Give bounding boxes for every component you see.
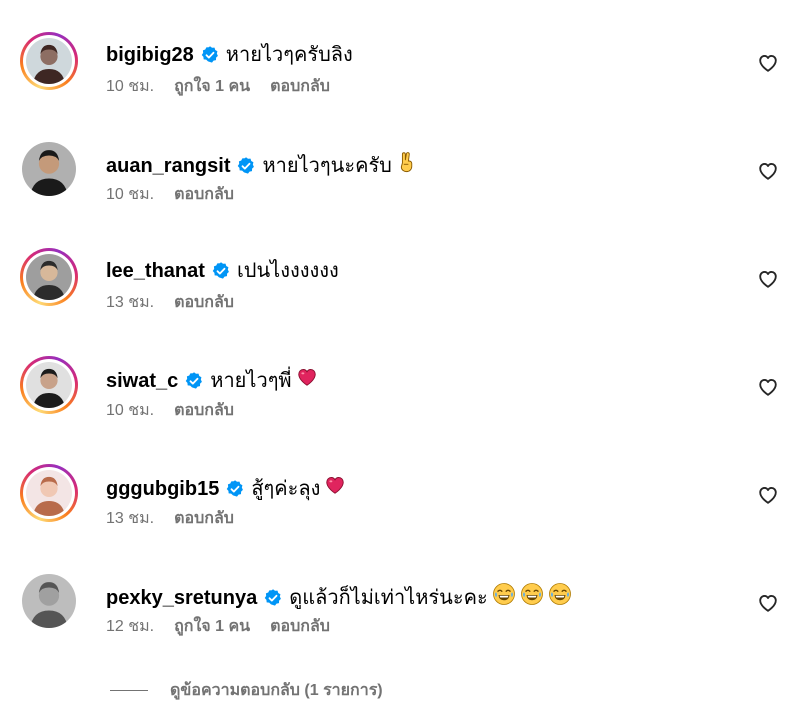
joy-emoji (548, 582, 572, 613)
comment-meta: 10 ชม. ตอบกลับ (106, 400, 234, 422)
avatar-inner (20, 140, 78, 198)
victory-hand-emoji (396, 150, 418, 181)
comment-meta: 13 ชม. ตอบกลับ (106, 292, 234, 314)
comment-header: auan_rangsit หายไวๆนะครับ (106, 150, 418, 181)
comment-emojis (492, 582, 572, 613)
comment-row: pexky_sretunya ดูแล้วก็ไม่เท่าไหร่นะคะ 1… (0, 572, 800, 680)
comment-header: siwat_c หายไวๆพี่ (106, 366, 318, 395)
comment-meta: 10 ชม. ถูกใจ 1 คน ตอบกลับ (106, 76, 330, 98)
replies-divider (110, 690, 148, 691)
avatar[interactable] (20, 248, 78, 306)
comment-text: หายไวๆนะครับ (262, 154, 392, 177)
avatar-inner (20, 572, 78, 630)
username-link[interactable]: gggubgib15 (106, 476, 219, 502)
comment-time[interactable]: 10 ชม. (106, 76, 154, 98)
like-heart-icon[interactable] (757, 376, 779, 398)
avatar-inner (23, 467, 75, 519)
comment-text: สู้ๆค่ะลุง (251, 477, 321, 500)
comment-text: หายไวๆพี่ (210, 369, 292, 392)
likes-count-button[interactable]: ถูกใจ 1 คน (174, 616, 250, 638)
verified-badge-icon (200, 45, 220, 65)
comment-text: ดูแล้วก็ไม่เท่าไหร่นะคะ (289, 586, 488, 609)
comment-emojis (324, 474, 346, 503)
user-avatar-icon (26, 38, 72, 84)
like-heart-icon[interactable] (757, 484, 779, 506)
verified-badge-icon (225, 479, 245, 499)
comment-header: bigibig28 หายไวๆครับลิง (106, 42, 357, 68)
comment-header: pexky_sretunya ดูแล้วก็ไม่เท่าไหร่นะคะ (106, 582, 572, 613)
reply-button[interactable]: ตอบกลับ (174, 184, 234, 206)
comment-row: lee_thanat เปนไงงงงงง 13 ชม. ตอบกลับ (0, 248, 800, 356)
comment-emojis (296, 366, 318, 395)
comment-row: gggubgib15 สู้ๆค่ะลุง 13 ชม. ตอบกลับ (0, 464, 800, 572)
user-avatar-icon (26, 470, 72, 516)
reply-button[interactable]: ตอบกลับ (270, 76, 330, 98)
comment-time[interactable]: 10 ชม. (106, 400, 154, 422)
like-heart-icon[interactable] (757, 160, 779, 182)
comment-row: bigibig28 หายไวๆครับลิง 10 ชม. ถูกใจ 1 ค… (0, 32, 800, 140)
comment-meta: 10 ชม. ตอบกลับ (106, 184, 234, 206)
red-heart-emoji (296, 366, 318, 395)
avatar[interactable] (20, 140, 78, 198)
avatar-inner (23, 35, 75, 87)
comment-row: auan_rangsit หายไวๆนะครับ 10 ชม. ตอบกลับ (0, 140, 800, 248)
comment-time[interactable]: 10 ชม. (106, 184, 154, 206)
view-replies-button[interactable]: ดูข้อความตอบกลับ (1 รายการ) (110, 678, 383, 703)
avatar[interactable] (20, 464, 78, 522)
comment-header: lee_thanat เปนไงงงงงง (106, 258, 343, 284)
avatar[interactable] (20, 32, 78, 90)
verified-badge-icon (211, 261, 231, 281)
reply-button[interactable]: ตอบกลับ (174, 400, 234, 422)
comment-time[interactable]: 13 ชม. (106, 508, 154, 530)
avatar[interactable] (20, 572, 78, 630)
username-link[interactable]: pexky_sretunya (106, 585, 257, 611)
avatar[interactable] (20, 356, 78, 414)
verified-badge-icon (263, 588, 283, 608)
username-link[interactable]: auan_rangsit (106, 153, 230, 179)
verified-badge-icon (184, 371, 204, 391)
avatar-inner (23, 359, 75, 411)
user-avatar-icon (26, 362, 72, 408)
like-heart-icon[interactable] (757, 268, 779, 290)
username-link[interactable]: siwat_c (106, 368, 178, 394)
comment-meta: 13 ชม. ตอบกลับ (106, 508, 234, 530)
comment-time[interactable]: 12 ชม. (106, 616, 154, 638)
user-avatar-icon (22, 142, 76, 196)
username-link[interactable]: bigibig28 (106, 42, 194, 68)
comment-meta: 12 ชม. ถูกใจ 1 คน ตอบกลับ (106, 616, 330, 638)
joy-emoji (492, 582, 516, 613)
red-heart-emoji (324, 474, 346, 503)
comment-text: เปนไงงงงงง (236, 260, 339, 282)
comment-emojis (396, 150, 418, 181)
reply-button[interactable]: ตอบกลับ (174, 292, 234, 314)
comment-row: siwat_c หายไวๆพี่ 10 ชม. ตอบกลับ (0, 356, 800, 464)
likes-count-button[interactable]: ถูกใจ 1 คน (174, 76, 250, 98)
comment-text: หายไวๆครับลิง (225, 44, 353, 66)
reply-button[interactable]: ตอบกลับ (270, 616, 330, 638)
user-avatar-icon (22, 574, 76, 628)
like-heart-icon[interactable] (757, 52, 779, 74)
avatar-inner (23, 251, 75, 303)
view-replies-label[interactable]: ดูข้อความตอบกลับ (1 รายการ) (170, 678, 383, 703)
like-heart-icon[interactable] (757, 592, 779, 614)
username-link[interactable]: lee_thanat (106, 258, 205, 284)
reply-button[interactable]: ตอบกลับ (174, 508, 234, 530)
comment-time[interactable]: 13 ชม. (106, 292, 154, 314)
comment-header: gggubgib15 สู้ๆค่ะลุง (106, 474, 346, 503)
verified-badge-icon (236, 156, 256, 176)
joy-emoji (520, 582, 544, 613)
user-avatar-icon (26, 254, 72, 300)
